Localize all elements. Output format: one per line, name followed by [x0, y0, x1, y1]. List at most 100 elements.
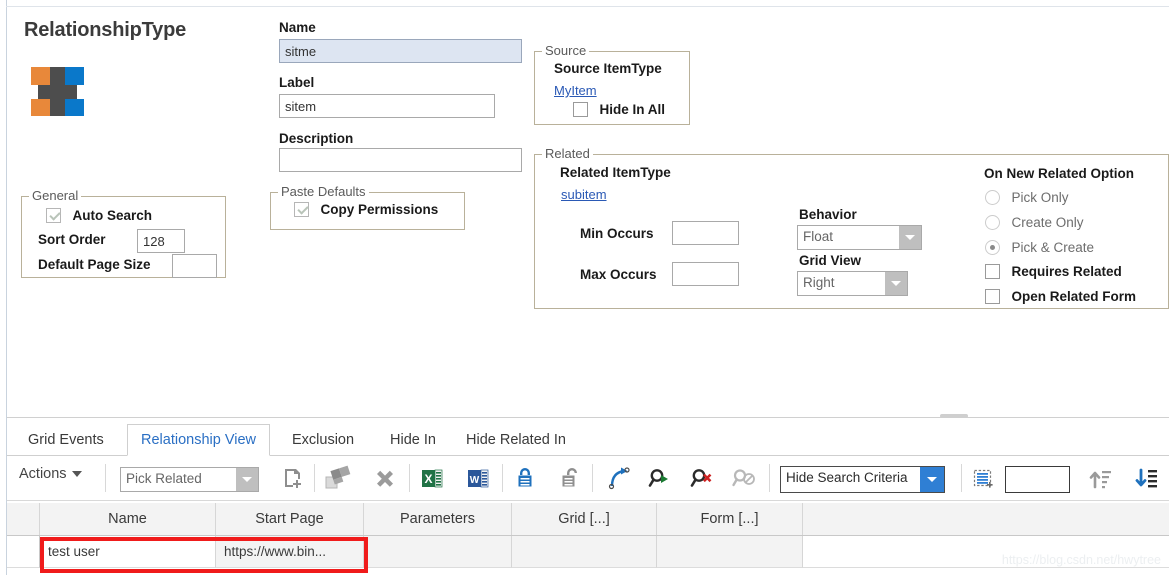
behavior-select[interactable]: Float: [797, 225, 922, 250]
paste-defaults-groupbox: Paste Defaults Copy Permissions: [270, 184, 465, 230]
grid-cell-parameters[interactable]: [364, 536, 512, 568]
auto-search-label: Auto Search: [72, 208, 152, 224]
sort-descending-icon[interactable]: [1133, 465, 1161, 492]
auto-search-row[interactable]: Auto Search: [46, 207, 152, 225]
pick-related-select[interactable]: Pick Related: [120, 467, 259, 492]
grid-header-rownum: [7, 503, 40, 535]
page-size-input[interactable]: [1005, 466, 1070, 493]
grid-row-selector[interactable]: [7, 536, 40, 568]
chevron-down-icon: [71, 471, 82, 478]
insert-rows-icon[interactable]: [970, 465, 998, 492]
grid-header-name[interactable]: Name: [40, 503, 216, 535]
sort-order-input[interactable]: [137, 229, 185, 253]
max-occurs-input[interactable]: [672, 262, 739, 286]
delete-row-icon[interactable]: [371, 465, 399, 492]
auto-search-checkbox[interactable]: [46, 208, 61, 224]
name-label: Name: [279, 20, 316, 35]
search-criteria-value: Hide Search Criteria: [786, 470, 908, 485]
grid-header-parameters[interactable]: Parameters: [364, 503, 512, 535]
grid-toolbar: Actions Pick Related X W Hide Search Cri…: [7, 456, 1169, 501]
pick-and-create-radio[interactable]: [985, 240, 1000, 256]
default-page-size-label: Default Page Size: [38, 257, 151, 272]
chevron-down-icon[interactable]: [236, 468, 258, 491]
grid-cell-form[interactable]: [657, 536, 803, 568]
grid-header-row: Name Start Page Parameters Grid [...] Fo…: [7, 503, 1169, 536]
source-itemtype-link[interactable]: MyItem: [554, 83, 597, 98]
behavior-label: Behavior: [799, 207, 857, 222]
label-label: Label: [279, 75, 315, 90]
chevron-down-icon[interactable]: [899, 226, 921, 249]
label-input[interactable]: [279, 94, 495, 118]
grid-header-form[interactable]: Form [...]: [657, 503, 803, 535]
unlock-icon[interactable]: [555, 465, 583, 492]
tab-bar: Grid Events Relationship View Exclusion …: [7, 424, 1169, 456]
relationship-grid-icon[interactable]: [323, 465, 351, 492]
svg-text:W: W: [470, 475, 480, 486]
paste-defaults-caption: Paste Defaults: [278, 184, 369, 199]
undo-icon[interactable]: [605, 465, 633, 492]
tab-hide-in[interactable]: Hide In: [377, 424, 449, 456]
sort-ascending-icon[interactable]: [1087, 465, 1115, 492]
create-only-row[interactable]: Create Only: [985, 214, 1083, 232]
pick-only-radio[interactable]: [985, 190, 1000, 206]
min-occurs-input[interactable]: [672, 221, 739, 245]
chevron-down-icon[interactable]: [920, 467, 944, 492]
copy-permissions-row[interactable]: Copy Permissions: [294, 201, 438, 219]
source-itemtype-label: Source ItemType: [554, 61, 662, 76]
chevron-down-icon[interactable]: [885, 272, 907, 295]
related-itemtype-link[interactable]: subitem: [561, 187, 607, 202]
hide-in-all-checkbox[interactable]: [573, 102, 588, 118]
copy-permissions-checkbox[interactable]: [294, 202, 309, 218]
run-search-icon[interactable]: [646, 465, 674, 492]
tab-hide-related-in[interactable]: Hide Related In: [453, 424, 579, 456]
actions-menu-button[interactable]: Actions: [19, 466, 82, 482]
hide-in-all-row[interactable]: Hide In All: [573, 101, 665, 119]
lock-icon[interactable]: [511, 465, 539, 492]
tab-relationship-view[interactable]: Relationship View: [127, 424, 270, 456]
requires-related-checkbox[interactable]: [985, 264, 1000, 280]
grid-header-grid[interactable]: Grid [...]: [512, 503, 657, 535]
grid-view-value: Right: [803, 275, 835, 290]
grid-cell-start-page[interactable]: https://www.bin...: [216, 536, 364, 568]
clear-search-icon[interactable]: [688, 465, 716, 492]
copy-permissions-label: Copy Permissions: [320, 202, 439, 218]
general-groupbox-caption: General: [29, 188, 82, 203]
pick-only-row[interactable]: Pick Only: [985, 189, 1068, 207]
new-row-icon[interactable]: [279, 465, 307, 492]
description-input[interactable]: [279, 148, 522, 172]
source-groupbox-caption: Source: [542, 43, 590, 58]
grid-cell-grid[interactable]: [512, 536, 657, 568]
pick-and-create-label: Pick & Create: [1011, 240, 1094, 256]
pick-and-create-row[interactable]: Pick & Create: [985, 239, 1094, 257]
behavior-value: Float: [803, 229, 834, 244]
page-title: RelationshipType: [24, 19, 187, 41]
grid-view-select[interactable]: Right: [797, 271, 908, 296]
open-related-form-checkbox[interactable]: [985, 289, 1000, 305]
description-label: Description: [279, 131, 354, 146]
create-only-radio[interactable]: [985, 215, 1000, 231]
grid-view-label: Grid View: [799, 253, 862, 268]
requires-related-label: Requires Related: [1011, 264, 1122, 280]
splitter-grip-handle[interactable]: [940, 414, 968, 418]
open-related-form-row[interactable]: Open Related Form: [985, 288, 1136, 306]
tab-grid-events[interactable]: Grid Events: [15, 424, 117, 456]
default-page-size-input[interactable]: [172, 254, 217, 278]
table-row[interactable]: test user https://www.bin...: [7, 536, 1169, 569]
pick-only-label: Pick Only: [1011, 190, 1069, 206]
form-panel: RelationshipType Name Label Description …: [7, 7, 1169, 412]
related-groupbox: Related Related ItemType subitem Min Occ…: [534, 146, 1169, 309]
search-criteria-select[interactable]: Hide Search Criteria: [780, 466, 945, 493]
grid-cell-name[interactable]: test user: [40, 536, 216, 568]
actions-menu-label: Actions: [19, 466, 67, 482]
name-input[interactable]: [279, 39, 522, 63]
export-word-icon[interactable]: W: [464, 465, 492, 492]
export-excel-icon[interactable]: X: [418, 465, 446, 492]
requires-related-row[interactable]: Requires Related: [985, 263, 1122, 281]
tab-exclusion[interactable]: Exclusion: [279, 424, 367, 456]
relationship-type-form: RelationshipType Name Label Description …: [0, 0, 1169, 575]
panel-splitter[interactable]: [7, 417, 1169, 418]
grid-header-start-page[interactable]: Start Page: [216, 503, 364, 535]
svg-text:X: X: [424, 472, 432, 486]
max-occurs-label: Max Occurs: [580, 267, 657, 282]
create-only-label: Create Only: [1011, 215, 1084, 231]
